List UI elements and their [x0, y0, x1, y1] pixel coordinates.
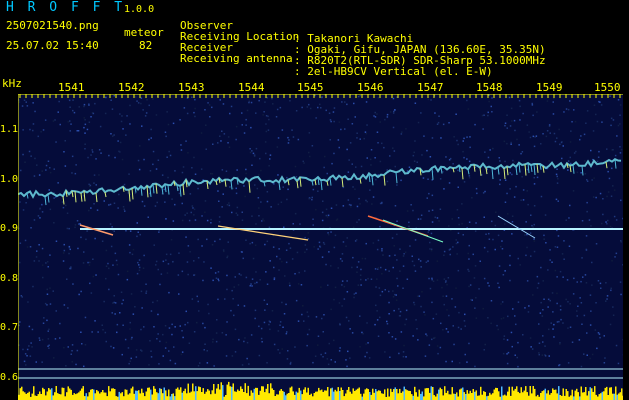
y-tick-label: 0.8: [0, 273, 19, 284]
app-version: 1.0.0: [124, 4, 155, 15]
y-tick-label: 0.6: [0, 372, 19, 383]
mode-label: meteor: [124, 26, 164, 39]
x-tick-label: 1548: [476, 81, 503, 94]
x-tick-label: 1544: [238, 81, 265, 94]
x-tick-label: 1542: [118, 81, 145, 94]
info-label: Receiving antenna: [180, 52, 293, 65]
x-tick-label: 1547: [417, 81, 444, 94]
x-tick-label: 1546: [357, 81, 384, 94]
info-value: : 2el-HB9CV Vertical (el. E-W): [294, 65, 493, 78]
spectrogram-window: { "header": { "app_title": "H R O F F T"…: [0, 0, 629, 400]
y-tick-label: 0.9: [0, 223, 19, 234]
minute-tick-marks: [19, 94, 621, 98]
capture-datetime: 25.07.02 15:40: [6, 39, 99, 52]
info-row-antenna: Receiving antenna : 2el-HB9CV Vertical (…: [180, 39, 493, 78]
x-tick-label: 1543: [178, 81, 205, 94]
y-tick-label: 1.0: [0, 174, 19, 185]
file-name: 2507021540.png: [6, 19, 99, 32]
spectrogram-plot: [18, 94, 623, 400]
app-title: H R O F F T: [6, 0, 126, 15]
y-axis-unit: kHz: [2, 77, 22, 90]
x-tick-label: 1545: [297, 81, 324, 94]
y-tick-label: 0.7: [0, 322, 19, 333]
y-tick-label: 1.1: [0, 124, 19, 135]
x-tick-label: 1550: [594, 81, 621, 94]
x-tick-label: 1549: [536, 81, 563, 94]
meteor-count: 82: [139, 39, 153, 52]
x-tick-label: 1541: [58, 81, 85, 94]
